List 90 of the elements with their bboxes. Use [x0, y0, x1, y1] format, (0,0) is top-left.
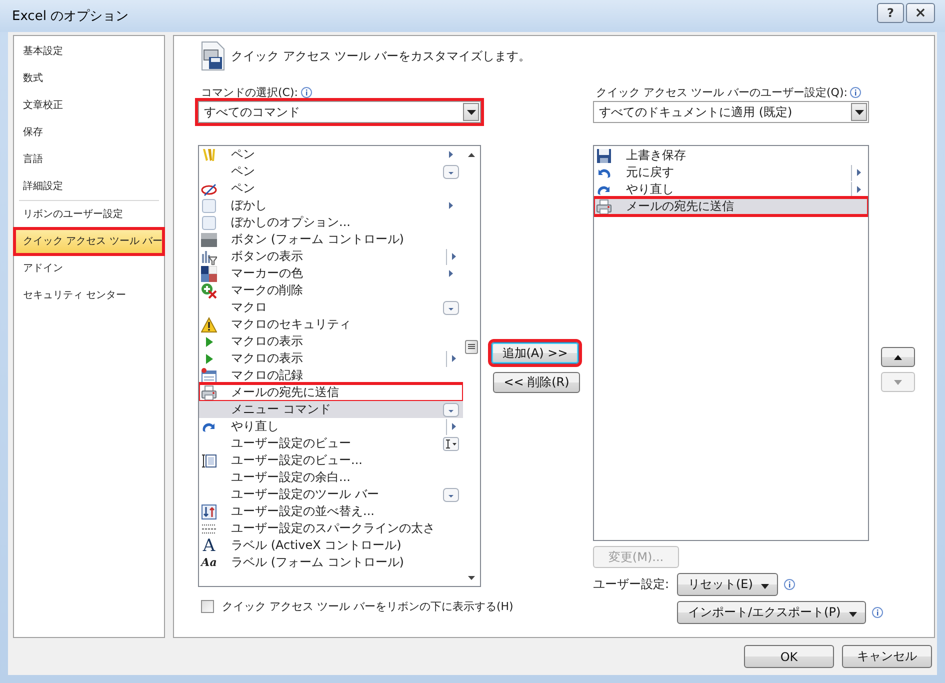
list-item[interactable]: Aa ラベル (フォーム コントロール) — [199, 554, 463, 571]
move-up-button[interactable] — [881, 347, 915, 367]
scroll-up-icon — [468, 152, 475, 156]
up-arrow-icon — [894, 354, 902, 360]
sidebar-item[interactable]: 文章校正 — [16, 92, 162, 119]
dropdown-arrow-icon — [760, 584, 769, 588]
sidebar-item[interactable]: クイック アクセス ツール バー — [16, 230, 162, 253]
field-label: ユーザー設定: — [593, 576, 670, 593]
list-item[interactable]: マクロの表示 — [199, 333, 463, 350]
list-item[interactable]: メールの宛先に送信 — [594, 198, 868, 215]
info-icon — [850, 86, 862, 98]
chart-filter-icon — [201, 248, 217, 264]
add-button[interactable]: 追加(A) >> — [491, 342, 579, 364]
square-icon — [201, 214, 217, 230]
submenu-arrow-icon — [451, 354, 457, 363]
sidebar-item[interactable]: 基本設定 — [16, 38, 162, 65]
list-item[interactable]: マクロの記録 — [199, 367, 463, 384]
info-icon — [784, 579, 795, 590]
list-item[interactable]: ボタンの表示 — [199, 248, 463, 265]
list-item[interactable]: ユーザー設定のツール バー — [199, 486, 463, 503]
list-item[interactable]: マークの削除 — [199, 282, 463, 299]
dropdown-arrow-icon — [854, 110, 864, 114]
list-item[interactable]: マクロ — [199, 299, 463, 316]
text-cursor-dropdown-icon — [443, 436, 459, 450]
sidebar-item[interactable]: アドイン — [16, 255, 162, 282]
list-item[interactable]: 元に戻す — [594, 164, 868, 181]
list-item[interactable]: マーカーの色 — [199, 265, 463, 282]
color-squares-icon — [201, 266, 217, 282]
scroll-down-icon — [468, 576, 475, 580]
toolbar-list[interactable]: 上書き保存 元に戻す やり直し メールの宛先に送信 — [593, 145, 869, 541]
square-icon — [201, 198, 217, 214]
import-export-button[interactable]: インポート/エクスポート(P) — [677, 601, 866, 624]
list-item[interactable]: やり直し — [199, 418, 463, 435]
list-item[interactable]: メールの宛先に送信 — [199, 384, 463, 401]
printer-icon — [201, 384, 217, 400]
sidebar-item[interactable]: セキュリティ センター — [16, 282, 162, 309]
plus-x-icon — [201, 282, 217, 298]
remove-button[interactable]: << 削除(R) — [493, 372, 580, 393]
reset-button[interactable]: リセット(E) — [677, 573, 778, 596]
list-item[interactable]: マクロの表示 — [199, 350, 463, 367]
list-item[interactable]: ユーザー設定のビュー... — [199, 452, 463, 469]
ok-button[interactable]: OK — [744, 645, 834, 668]
dropdown-field[interactable]: すべてのドキュメントに適用 (既定) — [593, 101, 869, 123]
dropdown-arrow-icon — [848, 612, 857, 616]
pencils-icon — [201, 146, 217, 162]
help-button[interactable]: ? — [877, 3, 904, 23]
sidebar-item[interactable]: リボンのユーザー設定 — [16, 201, 162, 228]
cancel-button[interactable]: キャンセル — [842, 645, 932, 668]
submenu-arrow-icon — [448, 201, 454, 210]
field-label: コマンドの選択(C): — [201, 84, 298, 100]
window-title: Excel のオプション — [12, 8, 130, 25]
dropdown-arrow-icon — [466, 110, 476, 114]
checkbox[interactable] — [201, 600, 214, 613]
sidebar-item[interactable]: 保存 — [16, 119, 162, 146]
list-item[interactable]: ユーザー設定の余白... — [199, 469, 463, 486]
letter-icon: A — [202, 538, 216, 554]
sidebar-item[interactable]: 詳細設定 — [16, 173, 162, 200]
printer-icon — [596, 198, 612, 214]
submenu-arrow-icon — [451, 422, 457, 431]
sort-arrows-icon — [201, 504, 217, 520]
field-label: クイック アクセス ツール バーのユーザー設定(Q): — [596, 84, 848, 100]
framed-page-icon — [201, 452, 217, 468]
dropdown-field[interactable]: すべてのコマンド — [198, 101, 481, 123]
header-text: クイック アクセス ツール バーをカスタマイズします。 — [231, 48, 530, 64]
info-icon — [300, 86, 312, 98]
list-item[interactable]: マクロのセキュリティ — [199, 316, 463, 333]
list-item[interactable]: ペン — [199, 146, 463, 163]
list-item[interactable]: ペン — [199, 163, 463, 180]
checkbox-label: クイック アクセス ツール バーをリボンの下に表示する(H) — [222, 599, 514, 614]
command-list[interactable] — [198, 145, 481, 587]
list-item[interactable]: ユーザー設定の並べ替え... — [199, 503, 463, 520]
sidebar-item[interactable]: 数式 — [16, 65, 162, 92]
submenu-arrow-icon — [448, 150, 454, 159]
close-button[interactable]: × — [906, 3, 935, 23]
list-item[interactable]: A ラベル (ActiveX コントロール) — [199, 537, 463, 554]
list-item[interactable]: 上書き保存 — [594, 147, 868, 164]
list-item[interactable]: ぼかし — [199, 197, 463, 214]
sidebar-item[interactable]: 言語 — [16, 146, 162, 173]
down-arrow-icon — [894, 380, 902, 384]
list-item[interactable]: ユーザー設定のビュー — [199, 435, 463, 452]
list-item[interactable]: メニュー コマンド — [199, 401, 463, 418]
scroll-thumb[interactable] — [465, 340, 478, 354]
letter-icon: Aa — [201, 554, 217, 570]
info-icon — [872, 607, 883, 618]
list-item[interactable]: ぼかしのオプション... — [199, 214, 463, 231]
warning-icon — [201, 316, 217, 332]
bar-icon — [201, 232, 217, 248]
list-item[interactable]: ペン — [199, 180, 463, 197]
list-item[interactable]: ボタン (フォーム コントロール) — [199, 231, 463, 248]
list-item[interactable]: ユーザー設定のスパークラインの太さ — [199, 520, 463, 537]
